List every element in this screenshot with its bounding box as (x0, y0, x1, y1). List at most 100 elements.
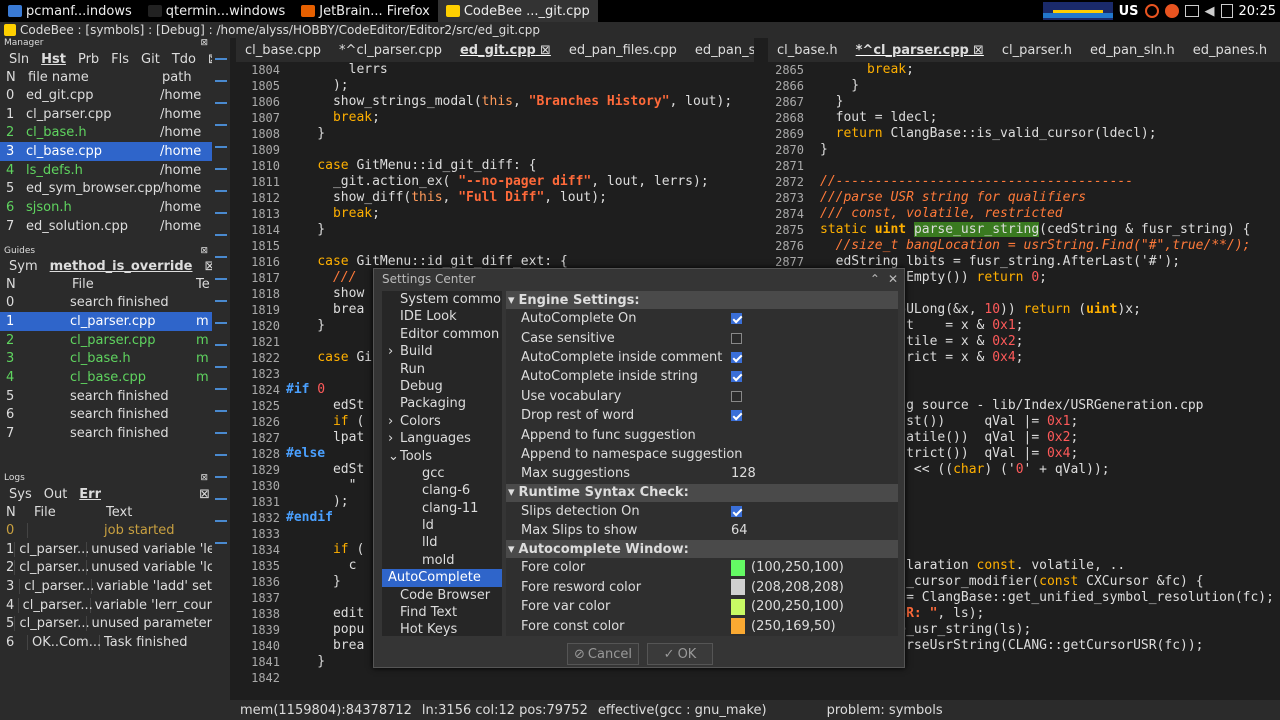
settings-section-header[interactable]: ▾ Autocomplete Window: (506, 540, 898, 559)
editor-tab[interactable]: ed_panes.h (1184, 43, 1276, 58)
expand-icon[interactable]: › (388, 413, 400, 430)
log-row[interactable]: 1 cl_parser... unused variable 'le (0, 540, 212, 559)
code-line[interactable]: static uint parse_usr_string(cedString &… (820, 222, 1274, 238)
setting-checkbox[interactable] (731, 313, 742, 325)
close-icon[interactable]: ⊠ (200, 38, 208, 50)
tab-prb[interactable]: Prb (73, 52, 104, 67)
setting-checkbox[interactable] (731, 410, 742, 422)
code-line[interactable]: show_strings_modal(this, "Branches Histo… (286, 94, 732, 110)
taskbar-item[interactable]: qtermin...windows (140, 0, 293, 22)
settings-tree-item[interactable]: › Build (382, 343, 502, 360)
settings-tree-item[interactable]: Hot Keys (382, 621, 502, 636)
update-icon[interactable] (1164, 4, 1179, 18)
settings-tree-item[interactable]: gcc (382, 465, 502, 482)
log-row[interactable]: 4 cl_parser... variable 'lerr_cour (0, 596, 212, 615)
editor-tab[interactable]: *^cl_parser.cpp (330, 43, 451, 58)
settings-tree-item[interactable]: Packaging (382, 395, 502, 412)
close-icon[interactable]: ⊠ (536, 43, 551, 58)
toolbar-icons[interactable] (215, 46, 227, 546)
list-item[interactable]: 1 cl_parser.cpp m (0, 312, 212, 331)
expand-icon[interactable]: › (388, 343, 400, 360)
code-line[interactable]: } (820, 94, 1274, 110)
keyboard-layout[interactable]: US (1119, 4, 1139, 19)
ok-button[interactable]: ✓ OK (647, 643, 713, 665)
list-item[interactable]: 6 search finished (0, 406, 212, 425)
volume-icon[interactable]: ◀ (1205, 4, 1215, 19)
code-line[interactable]: fout = ldecl; (820, 110, 1274, 126)
tab-sys[interactable]: Sys (4, 487, 37, 502)
code-line[interactable]: case GitMenu::id_git_diff: { (286, 158, 732, 174)
list-item[interactable]: 3 cl_base.cpp/home (0, 142, 212, 161)
code-line[interactable]: } (286, 126, 732, 142)
setting-checkbox[interactable] (731, 390, 742, 402)
list-item[interactable]: 2 cl_parser.cpp m (0, 331, 212, 350)
list-item[interactable]: 6 sjson.h/home (0, 198, 212, 217)
editor-tab[interactable]: cl_base.h (768, 43, 847, 58)
tab-git[interactable]: Git (136, 52, 165, 67)
close-icon[interactable]: ⊠ (969, 43, 984, 58)
cancel-button[interactable]: ⊘ Cancel (567, 643, 639, 665)
code-line[interactable]: /// const, volatile, restricted (820, 206, 1274, 222)
code-line[interactable]: } (820, 142, 1274, 158)
list-item[interactable]: 2 cl_base.h/home (0, 123, 212, 142)
settings-tree-item[interactable]: Code Browser (382, 587, 502, 604)
collapse-icon[interactable]: ▾ (508, 542, 515, 557)
editor-tab[interactable]: ed_git.cpp ⊠ (451, 43, 560, 58)
settings-tree-item[interactable]: IDE Look (382, 308, 502, 325)
list-item[interactable]: 3 cl_base.h m (0, 350, 212, 369)
network-icon[interactable] (1184, 5, 1199, 17)
tab-hst[interactable]: Hst (36, 52, 71, 67)
list-item[interactable]: 5 ed_sym_browser.cpp/home (0, 179, 212, 198)
taskbar-item[interactable]: pcmanf...indows (0, 0, 140, 22)
setting-checkbox[interactable] (731, 505, 742, 517)
settings-tree-item[interactable]: lld (382, 534, 502, 551)
list-item[interactable]: 0 search finished (0, 294, 212, 313)
settings-tree-item[interactable]: clang-11 (382, 500, 502, 517)
settings-tree-item[interactable]: System commor (382, 291, 502, 308)
log-row[interactable]: 3 cl_parser... variable 'ladd' set (0, 577, 212, 596)
code-line[interactable]: break; (820, 62, 1274, 78)
settings-tree-item[interactable]: mold (382, 552, 502, 569)
settings-tree-item[interactable]: Editor common (382, 326, 502, 343)
color-swatch[interactable] (731, 598, 745, 615)
code-line[interactable]: show_diff(this, "Full Diff", lout); (286, 190, 732, 206)
code-line[interactable]: _git.action_ex( "--no-pager diff", lout,… (286, 174, 732, 190)
expand-icon[interactable]: › (388, 430, 400, 447)
close-icon[interactable]: ⊠ (194, 487, 212, 502)
editor-tab[interactable]: cl_parser.h (993, 43, 1081, 58)
settings-tree-item[interactable]: › Colors (382, 413, 502, 430)
setting-value[interactable]: 128 (731, 466, 756, 481)
list-item[interactable]: 5 search finished (0, 387, 212, 406)
settings-tree-item[interactable]: ld (382, 517, 502, 534)
editor-tab[interactable]: ed_pan_files.cpp (560, 43, 686, 58)
close-icon[interactable]: ✕ (888, 272, 898, 286)
log-row[interactable]: 2 cl_parser... unused variable 'lc (0, 558, 212, 577)
tab-tdo[interactable]: Tdo (167, 52, 201, 67)
code-line[interactable] (286, 142, 732, 158)
code-line[interactable]: ///parse USR string for qualifiers (820, 190, 1274, 206)
code-line[interactable]: //-------------------------------------- (820, 174, 1274, 190)
editor-tab[interactable]: ed_pan_sln.h (1081, 43, 1184, 58)
ubuntu-icon[interactable] (1144, 4, 1159, 18)
code-line[interactable]: return ClangBase::is_valid_cursor(ldecl)… (820, 126, 1274, 142)
code-line[interactable]: break; (286, 110, 732, 126)
list-item[interactable]: 1 cl_parser.cpp/home (0, 105, 212, 124)
collapse-icon[interactable]: ▾ (508, 485, 515, 500)
battery-icon[interactable] (1220, 4, 1233, 18)
code-line[interactable] (286, 238, 732, 254)
code-line[interactable] (286, 670, 732, 686)
settings-tree-item[interactable]: Find Text (382, 604, 502, 621)
setting-checkbox[interactable] (731, 332, 742, 344)
log-row[interactable]: 0 job started (0, 521, 212, 540)
code-line[interactable]: lerrs (286, 62, 732, 78)
color-swatch[interactable] (731, 579, 745, 596)
expand-icon[interactable]: ⌄ (388, 448, 400, 465)
clock[interactable]: 20:25 (1239, 4, 1276, 19)
editor-tab[interactable]: cl_base.cpp (236, 43, 330, 58)
log-row[interactable]: 5 cl_parser... unused parameter (0, 614, 212, 633)
list-item[interactable]: 7 search finished (0, 424, 212, 443)
settings-section-header[interactable]: ▾ Runtime Syntax Check: (506, 483, 898, 502)
code-line[interactable] (820, 158, 1274, 174)
editor-tab[interactable]: ed_pan_sln (686, 43, 754, 58)
setting-value[interactable]: 64 (731, 523, 748, 538)
